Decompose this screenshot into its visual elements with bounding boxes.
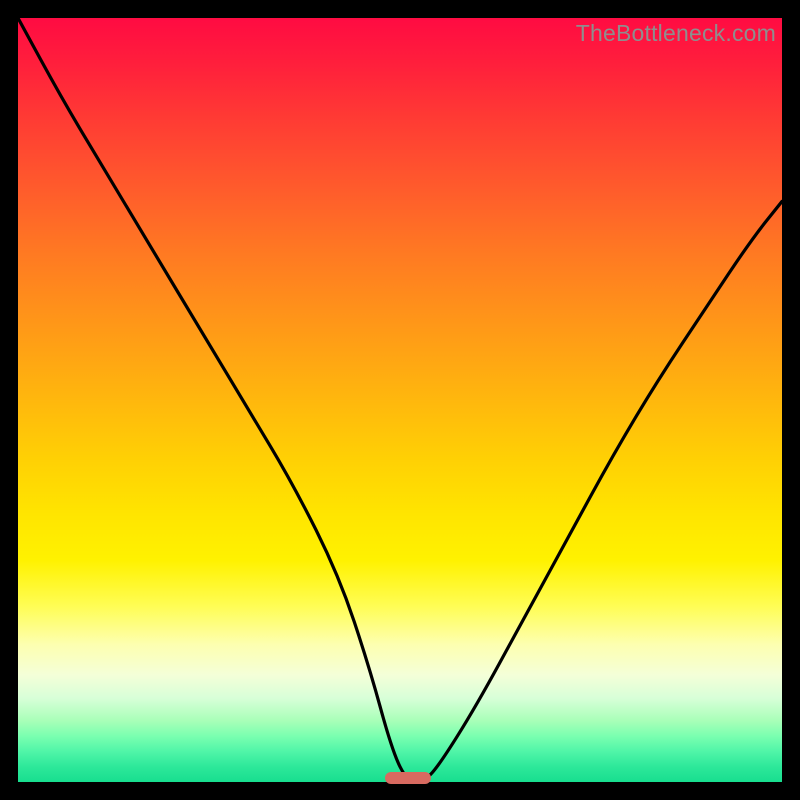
chart-frame: TheBottleneck.com [0,0,800,800]
plot-area: TheBottleneck.com [18,18,782,782]
optimal-marker [385,772,431,784]
bottleneck-curve [18,18,782,782]
